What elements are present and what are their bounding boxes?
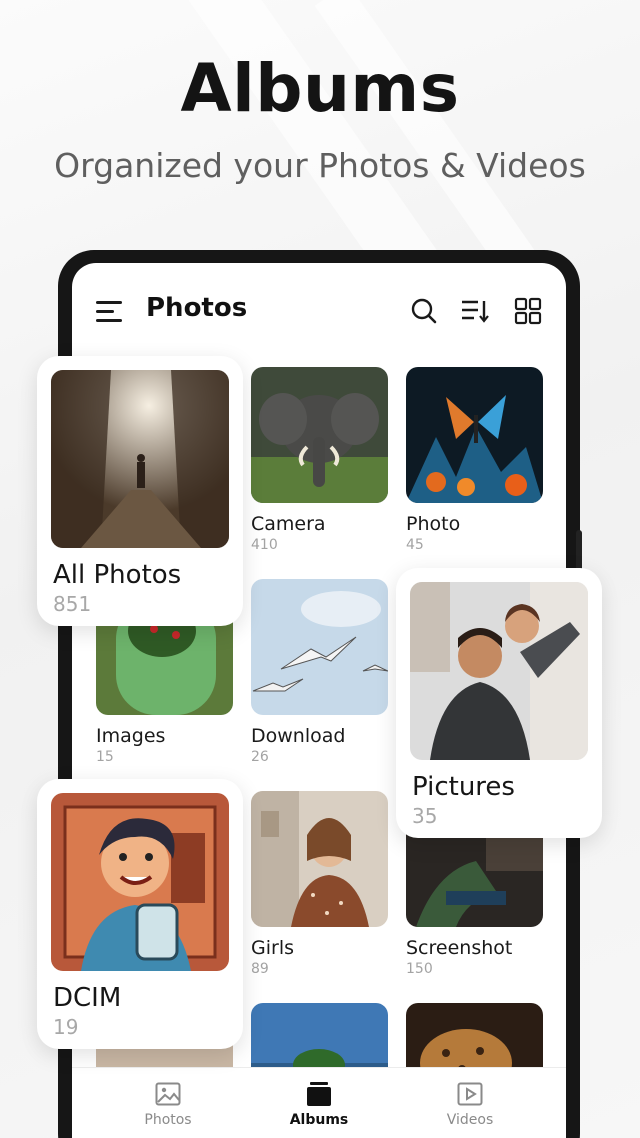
sort-icon[interactable] (460, 297, 489, 325)
album-name: DCIM (53, 983, 122, 1013)
nav-label: Photos (144, 1112, 192, 1128)
menu-icon[interactable] (96, 301, 124, 323)
album-name: Download (251, 725, 346, 747)
album-thumbnail (251, 579, 388, 715)
album-count: 410 (251, 537, 278, 553)
album-thumbnail (251, 791, 388, 927)
highlight-card-pictures[interactable]: Pictures 35 (396, 568, 602, 838)
nav-albums[interactable]: Albums (259, 1082, 379, 1128)
album-name: Images (96, 725, 166, 747)
album-name: Photo (406, 513, 461, 535)
search-icon[interactable] (410, 297, 438, 325)
album-name: All Photos (53, 560, 182, 590)
album-thumbnail (51, 793, 229, 971)
album-girls[interactable]: Girls 89 (251, 791, 389, 977)
page-subheadline: Organized your Photos & Videos (54, 146, 586, 185)
nav-photos[interactable]: Photos (108, 1082, 228, 1128)
albums-icon (307, 1082, 331, 1106)
nav-label: Albums (289, 1112, 349, 1128)
nav-videos[interactable]: Videos (410, 1082, 530, 1128)
album-count: 26 (251, 749, 269, 765)
highlight-card-dcim[interactable]: DCIM 19 (37, 779, 243, 1049)
album-count: 19 (53, 1015, 79, 1039)
album-name: Pictures (412, 772, 515, 802)
video-icon (457, 1082, 483, 1106)
album-thumbnail (410, 582, 588, 760)
highlight-card-all-photos[interactable]: All Photos 851 (37, 356, 243, 626)
album-count: 35 (412, 804, 438, 828)
image-icon (155, 1082, 181, 1106)
album-count: 150 (406, 961, 433, 977)
album-camera[interactable]: Camera 410 (251, 367, 389, 553)
album-name: Camera (251, 513, 326, 535)
album-name: Girls (251, 937, 294, 959)
bottom-navigation: Photos Albums Videos (72, 1067, 566, 1138)
app-title: Photos (146, 293, 248, 323)
album-count: 851 (53, 592, 92, 616)
album-count: 89 (251, 961, 269, 977)
grid-view-icon[interactable] (514, 297, 542, 325)
album-count: 15 (96, 749, 114, 765)
album-download[interactable]: Download 26 (251, 579, 389, 765)
album-thumbnail (406, 367, 543, 503)
page-headline: Albums (180, 50, 460, 127)
nav-label: Videos (446, 1112, 494, 1128)
album-count: 45 (406, 537, 424, 553)
album-name: Screenshot (406, 937, 513, 959)
album-thumbnail (251, 367, 388, 503)
album-thumbnail (51, 370, 229, 548)
album-photo[interactable]: Photo 45 (406, 367, 544, 553)
